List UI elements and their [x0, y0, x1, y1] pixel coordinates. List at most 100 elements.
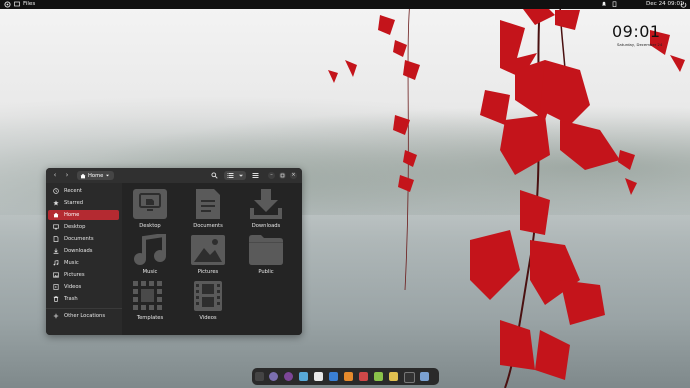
minimize-button[interactable]: –: [268, 172, 275, 179]
sidebar-item-music[interactable]: Music: [48, 258, 119, 268]
folder-public[interactable]: Public: [244, 234, 288, 275]
sidebar-item-label: Starred: [64, 200, 84, 206]
clock-icon: [53, 188, 59, 194]
close-button[interactable]: ×: [290, 172, 297, 179]
minimize-icon: –: [270, 172, 273, 178]
folder-label: Videos: [199, 315, 217, 321]
folder-label: Music: [142, 269, 158, 275]
plus-icon: [53, 313, 59, 319]
folder-documents[interactable]: Documents: [186, 188, 230, 229]
view-options: [224, 171, 246, 180]
apps-grid-icon[interactable]: [255, 372, 264, 381]
docs-icon[interactable]: [329, 372, 338, 381]
search-button[interactable]: [209, 171, 219, 180]
folder-templates[interactable]: Templates: [128, 280, 172, 321]
folder-label: Downloads: [251, 223, 281, 229]
document-icon: [53, 236, 59, 242]
topbar-clock[interactable]: Dec 24 09:01: [646, 1, 684, 7]
sidebar-item-label: Other Locations: [64, 313, 106, 319]
notification-icon: [602, 1, 606, 6]
sidebar: Recent Starred Home Desktop Documents Do…: [46, 183, 122, 335]
sidebar-item-label: Videos: [64, 284, 82, 290]
folder-pictures[interactable]: Pictures: [186, 234, 230, 275]
path-bar-home[interactable]: Home: [77, 171, 114, 180]
sidebar-item-downloads[interactable]: Downloads: [48, 246, 119, 256]
software-icon[interactable]: [359, 372, 368, 381]
chevron-down-icon: [106, 174, 110, 177]
folder-videos[interactable]: Videos: [186, 280, 230, 321]
pictures-folder-icon: [191, 235, 225, 265]
maximize-icon: [280, 173, 285, 178]
folder-desktop[interactable]: Desktop: [128, 188, 172, 229]
sidebar-item-label: Recent: [64, 188, 82, 194]
folder-downloads[interactable]: Downloads: [244, 188, 288, 229]
trash-icon: [53, 296, 59, 302]
chevron-left-icon: ‹: [53, 171, 57, 179]
chevron-right-icon: ›: [65, 171, 69, 179]
battery-icon: [612, 1, 617, 7]
sidebar-item-label: Downloads: [64, 248, 93, 254]
desktop-clock-time: 09:01: [612, 22, 661, 41]
text-editor-icon[interactable]: [389, 372, 398, 381]
desktop-folder-icon: [133, 189, 167, 219]
app-menu[interactable]: Files: [14, 1, 35, 7]
office-icon[interactable]: [344, 372, 353, 381]
home-icon: [80, 173, 86, 178]
sidebar-item-label: Desktop: [64, 224, 86, 230]
folder-music[interactable]: Music: [128, 234, 172, 275]
search-icon: [210, 172, 218, 179]
folder-label: Templates: [136, 315, 164, 321]
sidebar-item-label: Music: [64, 260, 79, 266]
star-icon: [53, 200, 59, 206]
browser-icon[interactable]: [269, 372, 278, 381]
sidebar-item-label: Documents: [64, 236, 94, 242]
mail-icon[interactable]: [299, 372, 308, 381]
tor-icon[interactable]: [284, 372, 293, 381]
sidebar-item-recent[interactable]: Recent: [48, 186, 119, 196]
close-icon: ×: [291, 172, 296, 178]
file-grid: Desktop Documents Downloads Music Pictur…: [122, 183, 302, 335]
documents-folder-icon: [196, 189, 220, 219]
view-dropdown-button[interactable]: [238, 172, 244, 181]
downloads-folder-icon: [250, 189, 282, 219]
sidebar-item-trash[interactable]: Trash: [48, 294, 119, 304]
desktop-icon: [53, 224, 59, 230]
sidebar-item-label: Trash: [64, 296, 78, 302]
path-label: Home: [88, 172, 104, 179]
list-view-button[interactable]: [227, 172, 234, 181]
activities-icon[interactable]: [4, 1, 11, 8]
list-icon: [227, 173, 234, 178]
menu-button[interactable]: [250, 171, 260, 180]
app-name: Files: [23, 1, 36, 7]
video-icon: [53, 284, 59, 290]
folder-label: Desktop: [139, 223, 161, 229]
sidebar-item-other-locations[interactable]: Other Locations: [48, 311, 119, 321]
sidebar-item-home[interactable]: Home: [48, 210, 119, 220]
music-folder-icon: [134, 234, 166, 265]
hamburger-icon: [252, 173, 258, 178]
folder-label: Public: [258, 269, 274, 275]
calendar-icon[interactable]: [314, 372, 323, 381]
sidebar-item-documents[interactable]: Documents: [48, 234, 119, 244]
maximize-button[interactable]: [279, 172, 286, 179]
system-indicators[interactable]: [601, 1, 617, 7]
sidebar-item-videos[interactable]: Videos: [48, 282, 119, 292]
top-bar: Files Dec 24 09:01: [0, 0, 690, 9]
sidebar-item-label: Home: [64, 212, 80, 218]
download-icon: [53, 248, 59, 254]
files-app-icon: [14, 1, 20, 7]
forward-button[interactable]: ›: [63, 171, 71, 179]
home-icon: [53, 212, 59, 218]
header-bar: ‹ › Home – ×: [46, 168, 302, 184]
settings-icon[interactable]: [420, 372, 429, 381]
notes-icon[interactable]: [374, 372, 383, 381]
power-icon[interactable]: [680, 1, 687, 10]
back-button[interactable]: ‹: [51, 171, 59, 179]
terminal-icon[interactable]: [404, 372, 415, 383]
sidebar-item-pictures[interactable]: Pictures: [48, 270, 119, 280]
desktop-clock-date: Saturday, December 24: [617, 42, 663, 47]
sidebar-item-desktop[interactable]: Desktop: [48, 222, 119, 232]
music-icon: [53, 260, 59, 266]
sidebar-item-starred[interactable]: Starred: [48, 198, 119, 208]
videos-folder-icon: [194, 281, 222, 311]
